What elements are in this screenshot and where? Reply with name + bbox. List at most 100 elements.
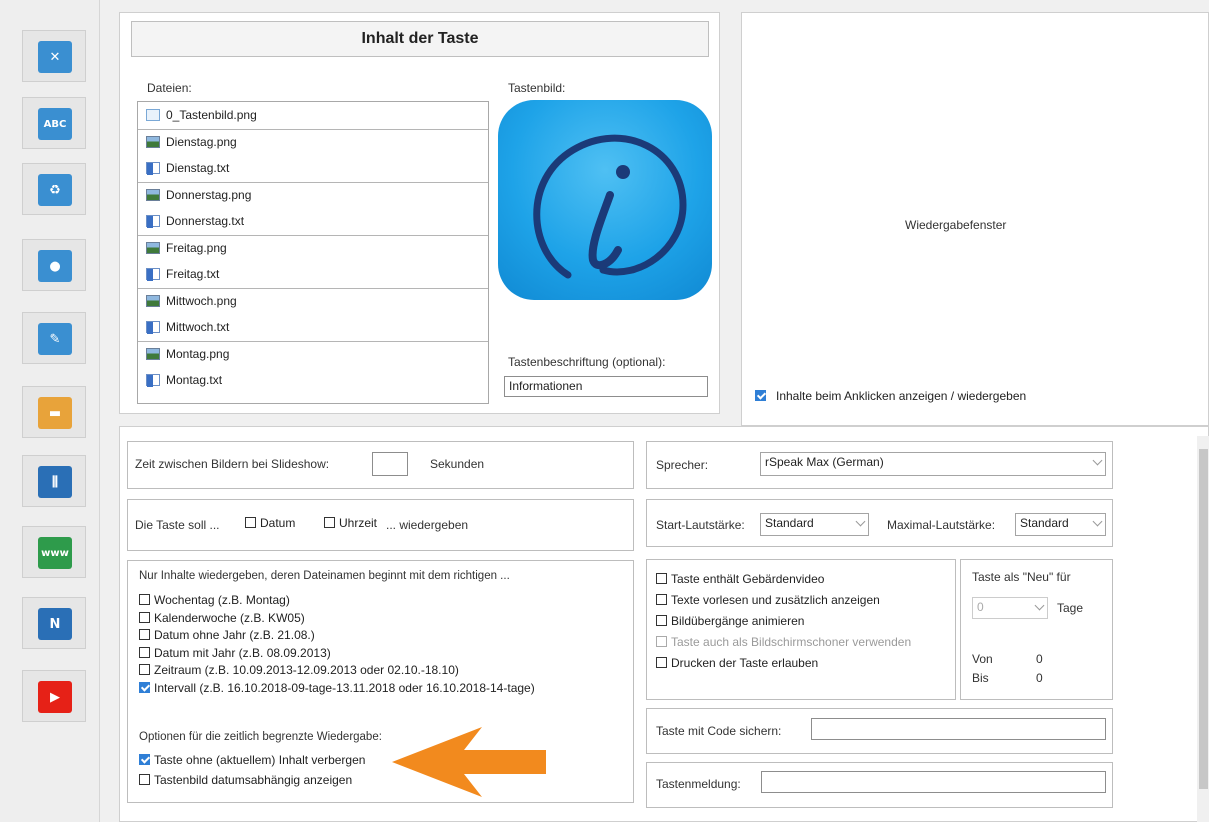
new-days-select[interactable]: 0 — [972, 597, 1048, 619]
sidebar: ✕ ABC ♻ ● ✎ ▬ ⫼ www N ▶ — [0, 0, 100, 822]
edit-icon: ✎ — [38, 323, 72, 355]
file-list-item[interactable]: Mittwoch.png — [138, 287, 488, 315]
file-list-item[interactable]: Donnerstag.png — [138, 181, 488, 209]
filter-option-checkbox[interactable] — [139, 611, 150, 623]
time-option-text: Tastenbild datumsabhängig anzeigen — [154, 773, 353, 787]
play-suffix: ... wiedergeben — [386, 518, 469, 532]
text-file-icon — [146, 162, 160, 176]
code-input[interactable] — [811, 718, 1106, 740]
sidebar-button-equalizer[interactable]: ⫼ — [22, 455, 86, 507]
show-on-click-text: Inhalte beim Anklicken anzeigen / wieder… — [776, 389, 1027, 403]
feature-option-checkbox[interactable] — [656, 594, 667, 605]
text-file-icon — [146, 268, 160, 282]
annotation-arrow-icon — [392, 727, 546, 797]
filter-option[interactable]: Intervall (z.B. 16.10.2018-09-tage-13.11… — [139, 681, 535, 695]
time-option[interactable]: Tastenbild datumsabhängig anzeigen — [139, 773, 352, 787]
sidebar-button-youtube[interactable]: ▶ — [22, 670, 86, 722]
feature-option-checkbox[interactable] — [656, 615, 667, 626]
image-file-icon — [146, 348, 160, 361]
filter-option[interactable]: Wochentag (z.B. Montag) — [139, 593, 290, 607]
file-list-item[interactable]: Donnerstag.txt — [138, 208, 488, 235]
filter-option-checkbox[interactable] — [139, 664, 150, 676]
speaker-select[interactable]: rSpeak Max (German) — [760, 452, 1106, 476]
speaker-select-value: rSpeak Max (German) — [765, 455, 884, 469]
filter-option[interactable]: Datum ohne Jahr (z.B. 21.08.) — [139, 628, 315, 642]
n-logo-icon: N — [38, 608, 72, 640]
caption-input[interactable]: Informationen — [504, 376, 708, 397]
sidebar-button-folder[interactable]: ▬ — [22, 386, 86, 438]
file-list-item[interactable]: Dienstag.png — [138, 128, 488, 156]
chevron-down-icon — [1034, 600, 1045, 611]
show-on-click-checkbox[interactable] — [755, 390, 766, 401]
filter-option[interactable]: Datum mit Jahr (z.B. 08.09.2013) — [139, 646, 331, 660]
file-list-item[interactable]: Mittwoch.txt — [138, 314, 488, 341]
time-option[interactable]: Taste ohne (aktuellem) Inhalt verbergen — [139, 753, 365, 767]
start-volume-label: Start-Lautstärke: — [656, 518, 745, 532]
sidebar-button-n-logo[interactable]: N — [22, 597, 86, 649]
filter-option[interactable]: Kalenderwoche (z.B. KW05) — [139, 611, 305, 625]
filter-option-checkbox[interactable] — [139, 646, 150, 658]
sidebar-button-edit[interactable]: ✎ — [22, 312, 86, 364]
file-name: Montag.png — [166, 347, 230, 362]
sidebar-button-microphone[interactable]: ● — [22, 239, 86, 291]
feature-option-checkbox[interactable] — [656, 573, 667, 584]
file-name: Freitag.txt — [166, 267, 220, 282]
filter-option[interactable]: Zeitraum (z.B. 10.09.2013-12.09.2013 ode… — [139, 663, 459, 677]
time-option-checkbox[interactable] — [139, 754, 150, 765]
feature-option-checkbox[interactable] — [656, 657, 667, 668]
time-checkbox[interactable] — [324, 517, 335, 528]
filter-option-checkbox[interactable] — [139, 594, 150, 605]
key-should-label: Die Taste soll ... — [135, 518, 220, 532]
text-file-icon — [146, 321, 160, 335]
key-image[interactable] — [498, 100, 712, 300]
feature-option[interactable]: Texte vorlesen und zusätzlich anzeigen — [656, 593, 880, 607]
filter-option-text: Wochentag (z.B. Montag) — [154, 593, 290, 607]
feature-option[interactable]: Drucken der Taste erlauben — [656, 656, 818, 670]
file-list-item[interactable]: 0_Tastenbild.png — [138, 102, 488, 129]
show-on-click-option[interactable]: Inhalte beim Anklicken anzeigen / wieder… — [755, 389, 1026, 403]
sidebar-button-tools[interactable]: ✕ — [22, 30, 86, 82]
to-value: 0 — [1036, 671, 1043, 685]
feature-option[interactable]: Taste enthält Gebärdenvideo — [656, 572, 824, 586]
sidebar-button-abc-eraser[interactable]: ABC — [22, 97, 86, 149]
date-checkbox[interactable] — [245, 517, 256, 528]
days-label: Tage — [1057, 601, 1084, 615]
chevron-down-icon — [1092, 516, 1103, 527]
max-volume-value: Standard — [1020, 516, 1069, 530]
feature-option-text: Drucken der Taste erlauben — [671, 656, 819, 670]
file-name: Donnerstag.txt — [166, 214, 245, 229]
date-option[interactable]: Datum — [245, 516, 295, 530]
scrollbar-thumb[interactable] — [1199, 449, 1208, 789]
max-volume-select[interactable]: Standard — [1015, 513, 1106, 536]
file-name: Dienstag.txt — [166, 161, 230, 176]
text-file-icon — [146, 215, 160, 229]
slideshow-label: Zeit zwischen Bildern bei Slideshow: — [135, 457, 330, 471]
message-input[interactable] — [761, 771, 1106, 793]
filter-option-text: Datum ohne Jahr (z.B. 21.08.) — [154, 628, 315, 643]
start-volume-select[interactable]: Standard — [760, 513, 869, 536]
file-list-item[interactable]: Freitag.png — [138, 234, 488, 262]
folder-icon: ▬ — [38, 397, 72, 429]
file-list-item[interactable]: Freitag.txt — [138, 261, 488, 288]
feature-option: Taste auch als Bildschirmschoner verwend… — [656, 635, 911, 649]
image-file-icon — [146, 109, 160, 122]
file-list-item[interactable]: Montag.txt — [138, 367, 488, 394]
slideshow-seconds-input[interactable] — [372, 452, 408, 476]
sidebar-button-trash[interactable]: ♻ — [22, 163, 86, 215]
file-name: Freitag.png — [166, 241, 227, 256]
time-option-checkbox[interactable] — [139, 774, 150, 785]
file-list-item[interactable]: Dienstag.txt — [138, 155, 488, 182]
sidebar-button-www-globe[interactable]: www — [22, 526, 86, 578]
time-option[interactable]: Uhrzeit — [324, 516, 377, 530]
filter-option-checkbox[interactable] — [139, 682, 150, 693]
time-options-header: Optionen für die zeitlich begrenzte Wied… — [139, 731, 382, 743]
text-file-icon — [146, 374, 160, 388]
file-list[interactable]: 0_Tastenbild.png Dienstag.png Dienstag.txt… — [137, 101, 489, 404]
file-list-item[interactable]: Montag.png — [138, 340, 488, 368]
filter-option-text: Intervall (z.B. 16.10.2018-09-tage-13.11… — [154, 681, 535, 695]
feature-option[interactable]: Bildübergänge animieren — [656, 614, 804, 628]
filter-option-checkbox[interactable] — [139, 629, 150, 641]
trash-icon: ♻ — [38, 174, 72, 206]
image-label: Tastenbild: — [508, 81, 566, 95]
file-name: Donnerstag.png — [166, 188, 252, 203]
